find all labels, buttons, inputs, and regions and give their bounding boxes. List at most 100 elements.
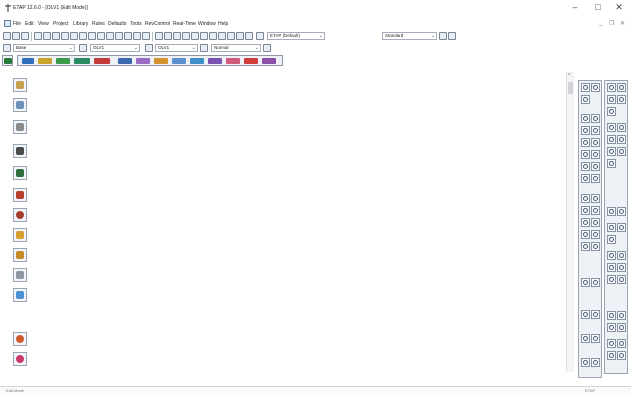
zoom-window-icon[interactable] [115,32,123,40]
zoom-in-icon[interactable] [88,32,96,40]
presentation-dropdown[interactable]: OLV1 ⌄ [90,44,140,52]
meter-panel-icon[interactable] [607,83,616,92]
gis-button[interactable] [13,208,27,222]
cable-element-icon[interactable] [581,114,590,123]
menu-help[interactable]: Help [218,21,228,27]
menu-library[interactable]: Library [73,21,88,27]
close-button[interactable]: ✕ [609,2,629,13]
one-line-button[interactable] [13,98,27,112]
switch-icon[interactable] [581,206,590,215]
multimeter-icon[interactable] [617,95,626,104]
control-circuit-button[interactable] [13,268,27,282]
redo-icon[interactable] [142,32,150,40]
text-box-icon[interactable] [200,32,208,40]
ground-icon[interactable] [581,242,590,251]
tag-link-icon[interactable] [607,159,616,168]
copy-icon[interactable] [61,32,69,40]
mode-dropdown[interactable]: Normal ⌄ [211,44,261,52]
edit-mode-button[interactable] [13,78,27,92]
utility-icon[interactable] [581,138,590,147]
minimize-button[interactable]: – [565,2,585,13]
revision-dropdown[interactable]: ETAP (Default) ⌄ [267,32,325,40]
calculator-icon[interactable] [227,32,235,40]
ct-icon[interactable] [581,218,590,227]
scroll-up-arrow-icon[interactable]: ^ [568,73,570,79]
breaker-icon[interactable] [591,194,600,203]
ac-pointer-icon[interactable] [607,207,616,216]
loading-category-icon[interactable] [200,44,208,52]
check-icon[interactable] [124,32,132,40]
save-icon[interactable] [21,32,29,40]
ac-bus-icon[interactable] [617,207,626,216]
dc-converter-icon[interactable] [591,334,600,343]
cable-pulling-button[interactable] [13,166,27,180]
short-circuit-icon[interactable] [38,58,52,64]
pan-icon[interactable] [79,32,87,40]
document-icon[interactable] [4,20,11,27]
revision-icon[interactable] [256,32,264,40]
reactor-icon[interactable] [581,126,590,135]
single-phase-panel-icon[interactable] [607,251,616,260]
dc-panel-icon[interactable] [607,351,616,360]
arc-flash-icon[interactable] [208,58,222,64]
battery-icon[interactable] [591,310,600,319]
motor-relay-icon[interactable] [607,147,616,156]
arrester-icon[interactable] [591,242,600,251]
bus-element-icon[interactable] [591,83,600,92]
meter-icon[interactable] [591,230,600,239]
configuration-icon[interactable] [145,44,153,52]
pencil-edit-icon[interactable] [4,58,12,64]
pointer-icon[interactable] [581,83,590,92]
paste-icon[interactable] [70,32,78,40]
composite-network-icon[interactable] [581,278,590,287]
list-icon[interactable] [448,32,456,40]
underground-raceway-button[interactable] [13,120,27,134]
user-defined-button[interactable] [13,288,27,302]
voltage-relay-icon[interactable] [607,123,616,132]
menu-defaults[interactable]: Defaults [108,21,126,27]
frequency-relay-icon[interactable] [617,123,626,132]
battery-sizing-icon[interactable] [154,58,168,64]
open-folder-icon[interactable] [12,32,20,40]
binoculars-icon[interactable] [236,32,244,40]
dc-fuse-icon[interactable] [607,323,616,332]
library-icon[interactable] [155,32,163,40]
print-preview-icon[interactable] [43,32,51,40]
mov-icon[interactable] [591,162,600,171]
menu-edit[interactable]: Edit [25,21,34,27]
load-flow-icon[interactable] [22,58,34,64]
cut-icon[interactable] [52,32,60,40]
ruler-icon[interactable] [209,32,217,40]
composite-motor-icon[interactable] [591,278,600,287]
single-phase-breaker-icon[interactable] [617,275,626,284]
capacitor-icon[interactable] [581,162,590,171]
menu-project[interactable]: Project [53,21,69,27]
dashboard-button[interactable] [13,228,27,242]
transformer-icon[interactable] [581,95,590,104]
ammeter-icon[interactable] [617,83,626,92]
motor-acceleration-icon[interactable] [56,58,70,64]
voltmeter-icon[interactable] [607,95,616,104]
network-button[interactable] [13,332,27,346]
monitor-icon[interactable] [263,44,271,52]
protective-coordination-icon[interactable] [118,58,132,64]
print-icon[interactable] [34,32,42,40]
pen-button[interactable] [13,188,27,202]
dc-charger-icon[interactable] [617,351,626,360]
fuse-icon[interactable] [581,194,590,203]
mdi-restore-button[interactable]: ❐ [609,20,614,27]
brush-icon[interactable] [218,32,226,40]
dc-breaker-icon[interactable] [617,323,626,332]
undo-icon[interactable] [133,32,141,40]
configuration-dropdown[interactable]: OLV1 ⌄ [155,44,198,52]
dc-cable-icon[interactable] [581,334,590,343]
single-phase-meter-icon[interactable] [607,275,616,284]
relay-icon[interactable] [581,230,590,239]
theme-icon[interactable] [191,32,199,40]
mdi-minimize-button[interactable]: _ [599,20,602,26]
single-phase-load-icon[interactable] [607,235,616,244]
menu-revcontrol[interactable]: RevControl [145,21,170,27]
zoom-fit-icon[interactable] [106,32,114,40]
bus-button[interactable] [13,352,27,366]
generator-icon[interactable] [591,138,600,147]
